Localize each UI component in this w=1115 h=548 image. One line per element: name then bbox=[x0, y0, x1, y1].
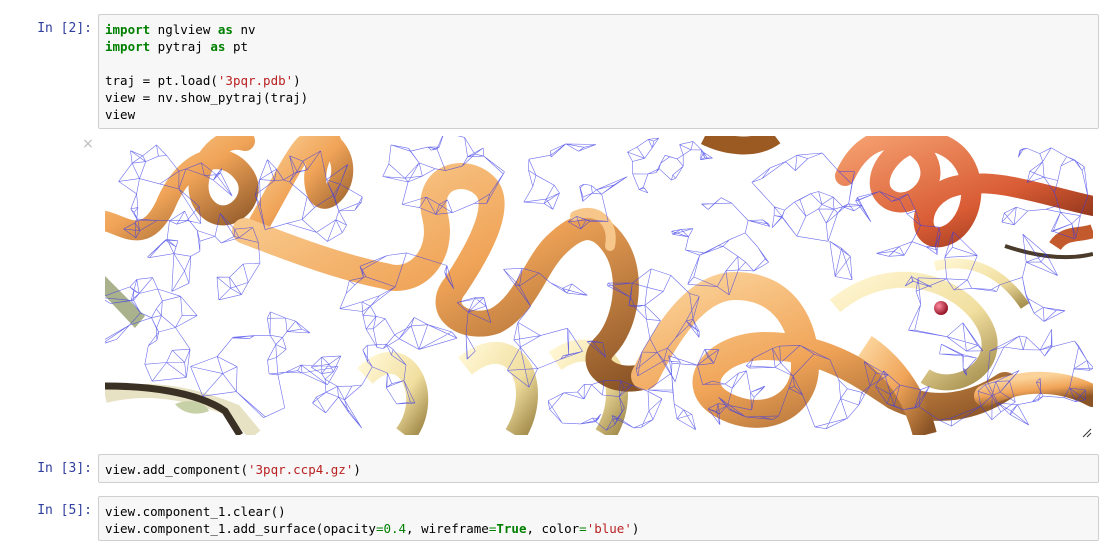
code-line: view.component_1.clear() bbox=[105, 503, 1092, 520]
code-token: '3pqr.ccp4.gz' bbox=[248, 462, 354, 477]
code-token: view.component_1.add_surface(opacity bbox=[105, 521, 376, 536]
close-icon[interactable]: × bbox=[82, 137, 94, 151]
code-token: True bbox=[496, 521, 527, 536]
code-line: import nglview as nv bbox=[105, 21, 1092, 38]
code-line: view bbox=[105, 106, 1092, 123]
code-token: 0.4 bbox=[383, 521, 407, 536]
code-token: import bbox=[105, 22, 151, 37]
code-token: , color bbox=[526, 521, 580, 536]
code-token: 'blue' bbox=[586, 521, 632, 536]
code-line: import pytraj as pt bbox=[105, 38, 1092, 55]
code-cell-input[interactable]: import nglview as nv import pytraj as pt t… bbox=[98, 14, 1099, 129]
cell-prompt: In [3]: bbox=[37, 461, 92, 476]
code-line: view.add_component('3pqr.ccp4.gz') bbox=[105, 461, 1092, 478]
molecule-viewer[interactable] bbox=[105, 136, 1093, 435]
code-token: as bbox=[217, 22, 233, 37]
code-cell-input[interactable]: view.component_1.clear() view.component_1… bbox=[98, 496, 1099, 541]
code-token: view bbox=[105, 107, 136, 122]
code-token: = bbox=[579, 521, 587, 536]
code-token: nglview bbox=[150, 22, 218, 37]
code-line: view.component_1.add_surface(opacity = 0.4… bbox=[105, 520, 1092, 537]
code-token: traj = pt.load( bbox=[105, 73, 218, 88]
code-token: ) bbox=[293, 73, 301, 88]
code-token: '3pqr.pdb' bbox=[217, 73, 294, 88]
resize-handle-icon[interactable] bbox=[1082, 423, 1092, 438]
code-token: view = nv.show_pytraj(traj) bbox=[105, 90, 309, 105]
code-token: as bbox=[210, 39, 226, 54]
cell-prompt: In [5]: bbox=[37, 503, 92, 518]
code-token: nv bbox=[232, 22, 256, 37]
cell-prompt: In [2]: bbox=[37, 21, 92, 36]
code-line: view = nv.show_pytraj(traj) bbox=[105, 89, 1092, 106]
code-token: , wireframe bbox=[406, 521, 489, 536]
code-token: ) bbox=[631, 521, 640, 536]
code-token: import bbox=[105, 39, 151, 54]
code-token: view.component_1.clear() bbox=[105, 504, 286, 519]
code-token: pt bbox=[225, 39, 249, 54]
code-token: ) bbox=[353, 462, 361, 477]
code-line: traj = pt.load('3pqr.pdb') bbox=[105, 72, 1092, 89]
ligand-atom bbox=[934, 301, 948, 315]
code-token: view.add_component( bbox=[105, 462, 248, 477]
code-cell-input[interactable]: view.add_component('3pqr.ccp4.gz') bbox=[98, 454, 1099, 483]
molecule-render[interactable] bbox=[105, 136, 1093, 435]
code-token: pytraj bbox=[150, 39, 211, 54]
